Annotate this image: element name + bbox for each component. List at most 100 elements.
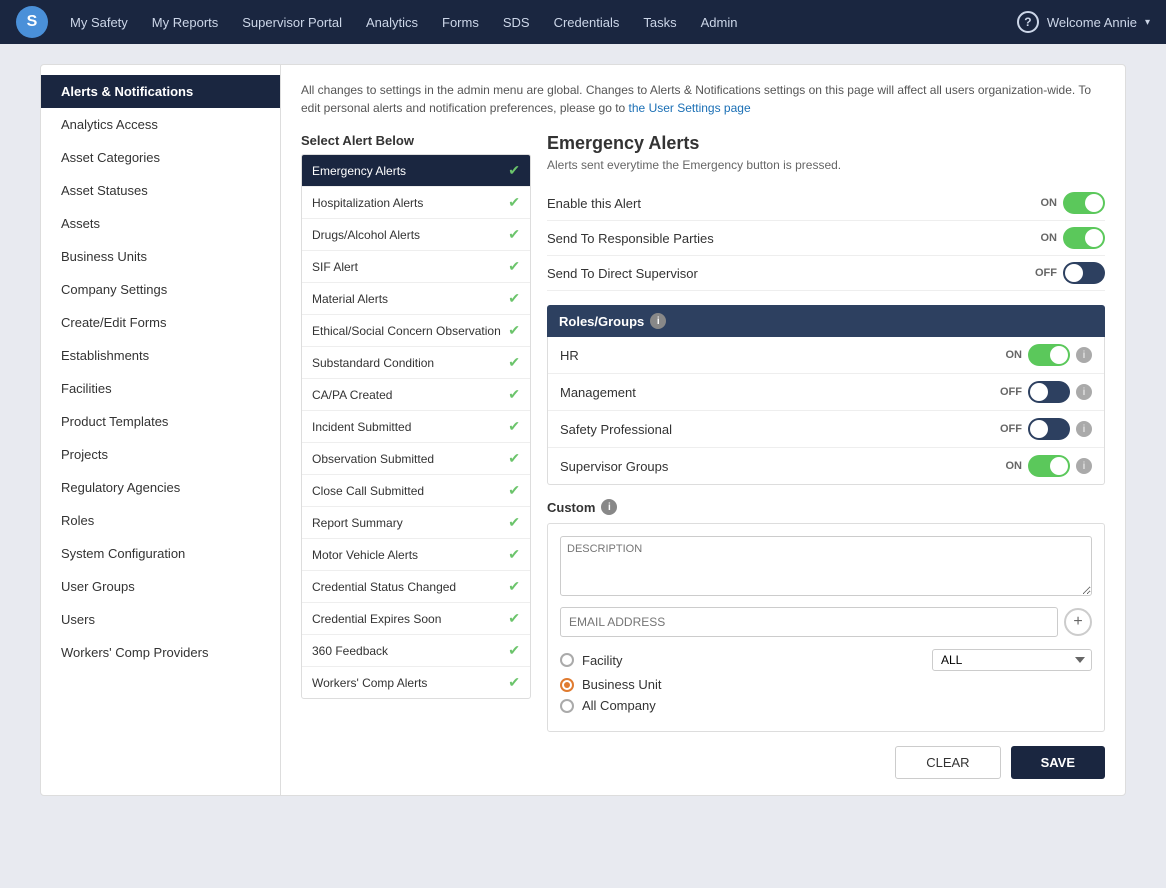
facility-radio-row[interactable]: Facility ALL [560, 649, 1092, 671]
sidebar-item-roles[interactable]: Roles [41, 504, 280, 537]
sidebar-item-workers-comp-providers[interactable]: Workers' Comp Providers [41, 636, 280, 669]
sidebar-item-projects[interactable]: Projects [41, 438, 280, 471]
send-responsible-state: ON [1041, 232, 1058, 244]
sidebar-item-regulatory-agencies[interactable]: Regulatory Agencies [41, 471, 280, 504]
sidebar-item-user-groups[interactable]: User Groups [41, 570, 280, 603]
facility-select[interactable]: ALL [932, 649, 1092, 671]
nav-supervisor-portal[interactable]: Supervisor Portal [232, 9, 352, 36]
nav-admin[interactable]: Admin [691, 9, 748, 36]
clear-button[interactable]: CLEAR [895, 746, 1000, 779]
alert-item-close-call[interactable]: Close Call Submitted ✔ [302, 475, 530, 507]
facility-radio[interactable] [560, 653, 574, 667]
save-button[interactable]: SAVE [1011, 746, 1105, 779]
alert-item-label: SIF Alert [312, 260, 358, 274]
user-settings-link[interactable]: the User Settings page [629, 101, 751, 115]
alert-item-material[interactable]: Material Alerts ✔ [302, 283, 530, 315]
alert-item-substandard[interactable]: Substandard Condition ✔ [302, 347, 530, 379]
alert-item-hospitalization[interactable]: Hospitalization Alerts ✔ [302, 187, 530, 219]
nav-my-safety[interactable]: My Safety [60, 9, 138, 36]
alert-item-label: Emergency Alerts [312, 164, 406, 178]
app-logo: S [16, 6, 48, 38]
alert-item-label: Workers' Comp Alerts [312, 676, 427, 690]
business-unit-radio-row[interactable]: Business Unit [560, 677, 1092, 692]
sidebar-item-establishments[interactable]: Establishments [41, 339, 280, 372]
role-info-supervisor-groups[interactable]: i [1076, 458, 1092, 474]
nav-forms[interactable]: Forms [432, 9, 489, 36]
all-company-radio[interactable] [560, 699, 574, 713]
alert-item-capa[interactable]: CA/PA Created ✔ [302, 379, 530, 411]
sidebar-item-create-edit-forms[interactable]: Create/Edit Forms [41, 306, 280, 339]
role-info-management[interactable]: i [1076, 384, 1092, 400]
sidebar-item-company-settings[interactable]: Company Settings [41, 273, 280, 306]
alert-item-drugs-alcohol[interactable]: Drugs/Alcohol Alerts ✔ [302, 219, 530, 251]
role-row-safety-professional: Safety Professional OFF i [548, 411, 1104, 448]
toggle-knob [1050, 457, 1068, 475]
send-responsible-toggle-group: ON [1041, 227, 1106, 249]
nav-sds[interactable]: SDS [493, 9, 540, 36]
role-toggle-supervisor-groups[interactable] [1028, 455, 1070, 477]
sidebar-item-business-units[interactable]: Business Units [41, 240, 280, 273]
sidebar-item-users[interactable]: Users [41, 603, 280, 636]
alert-item-ethical[interactable]: Ethical/Social Concern Observation ✔ [302, 315, 530, 347]
check-icon: ✔ [508, 482, 520, 499]
sidebar-item-alerts-notifications[interactable]: Alerts & Notifications [41, 75, 280, 108]
business-unit-radio[interactable] [560, 678, 574, 692]
role-toggle-group-hr: ON i [1006, 344, 1093, 366]
alert-item-emergency[interactable]: Emergency Alerts ✔ [302, 155, 530, 187]
alert-item-label: Substandard Condition [312, 356, 434, 370]
roles-info-icon[interactable]: i [650, 313, 666, 329]
enable-alert-label: Enable this Alert [547, 196, 641, 211]
nav-credentials[interactable]: Credentials [544, 9, 630, 36]
send-responsible-toggle[interactable] [1063, 227, 1105, 249]
alert-item-label: Motor Vehicle Alerts [312, 548, 418, 562]
send-supervisor-label: Send To Direct Supervisor [547, 266, 698, 281]
email-address-input[interactable] [560, 607, 1058, 637]
role-row-management: Management OFF i [548, 374, 1104, 411]
alert-item-incident[interactable]: Incident Submitted ✔ [302, 411, 530, 443]
check-icon: ✔ [508, 386, 520, 403]
description-textarea[interactable] [560, 536, 1092, 596]
sidebar-item-assets[interactable]: Assets [41, 207, 280, 240]
alert-item-observation[interactable]: Observation Submitted ✔ [302, 443, 530, 475]
sidebar: Alerts & Notifications Analytics Access … [41, 65, 281, 795]
sidebar-item-asset-statuses[interactable]: Asset Statuses [41, 174, 280, 207]
nav-analytics[interactable]: Analytics [356, 9, 428, 36]
all-company-radio-row[interactable]: All Company [560, 698, 1092, 713]
role-info-safety-professional[interactable]: i [1076, 421, 1092, 437]
add-email-button[interactable]: + [1064, 608, 1092, 636]
sidebar-item-asset-categories[interactable]: Asset Categories [41, 141, 280, 174]
alert-item-label: Report Summary [312, 516, 403, 530]
alert-item-workers-comp[interactable]: Workers' Comp Alerts ✔ [302, 667, 530, 698]
enable-alert-toggle[interactable] [1063, 192, 1105, 214]
alert-item-sif[interactable]: SIF Alert ✔ [302, 251, 530, 283]
send-supervisor-toggle[interactable] [1063, 262, 1105, 284]
sidebar-item-system-configuration[interactable]: System Configuration [41, 537, 280, 570]
alert-item-motor-vehicle[interactable]: Motor Vehicle Alerts ✔ [302, 539, 530, 571]
alert-item-360-feedback[interactable]: 360 Feedback ✔ [302, 635, 530, 667]
alert-item-label: Credential Status Changed [312, 580, 456, 594]
alert-item-label: Drugs/Alcohol Alerts [312, 228, 420, 242]
sidebar-item-analytics-access[interactable]: Analytics Access [41, 108, 280, 141]
user-menu-caret[interactable]: ▾ [1145, 17, 1150, 28]
role-name-hr: HR [560, 348, 1006, 363]
alert-item-label: Material Alerts [312, 292, 388, 306]
check-icon: ✔ [508, 546, 520, 563]
role-toggle-management[interactable] [1028, 381, 1070, 403]
detail-panel: Emergency Alerts Alerts sent everytime t… [547, 133, 1105, 779]
role-info-hr[interactable]: i [1076, 347, 1092, 363]
alert-item-report-summary[interactable]: Report Summary ✔ [302, 507, 530, 539]
custom-info-icon[interactable]: i [601, 499, 617, 515]
role-toggle-group-supervisor-groups: ON i [1006, 455, 1093, 477]
welcome-text[interactable]: Welcome Annie [1047, 15, 1137, 30]
sidebar-item-facilities[interactable]: Facilities [41, 372, 280, 405]
role-toggle-hr[interactable] [1028, 344, 1070, 366]
alert-item-credential-status[interactable]: Credential Status Changed ✔ [302, 571, 530, 603]
alert-item-credential-expires[interactable]: Credential Expires Soon ✔ [302, 603, 530, 635]
sidebar-item-product-templates[interactable]: Product Templates [41, 405, 280, 438]
toggle-knob [1050, 346, 1068, 364]
nav-tasks[interactable]: Tasks [633, 9, 686, 36]
send-supervisor-toggle-group: OFF [1035, 262, 1105, 284]
role-toggle-safety-professional[interactable] [1028, 418, 1070, 440]
nav-my-reports[interactable]: My Reports [142, 9, 228, 36]
help-icon[interactable]: ? [1017, 11, 1039, 33]
